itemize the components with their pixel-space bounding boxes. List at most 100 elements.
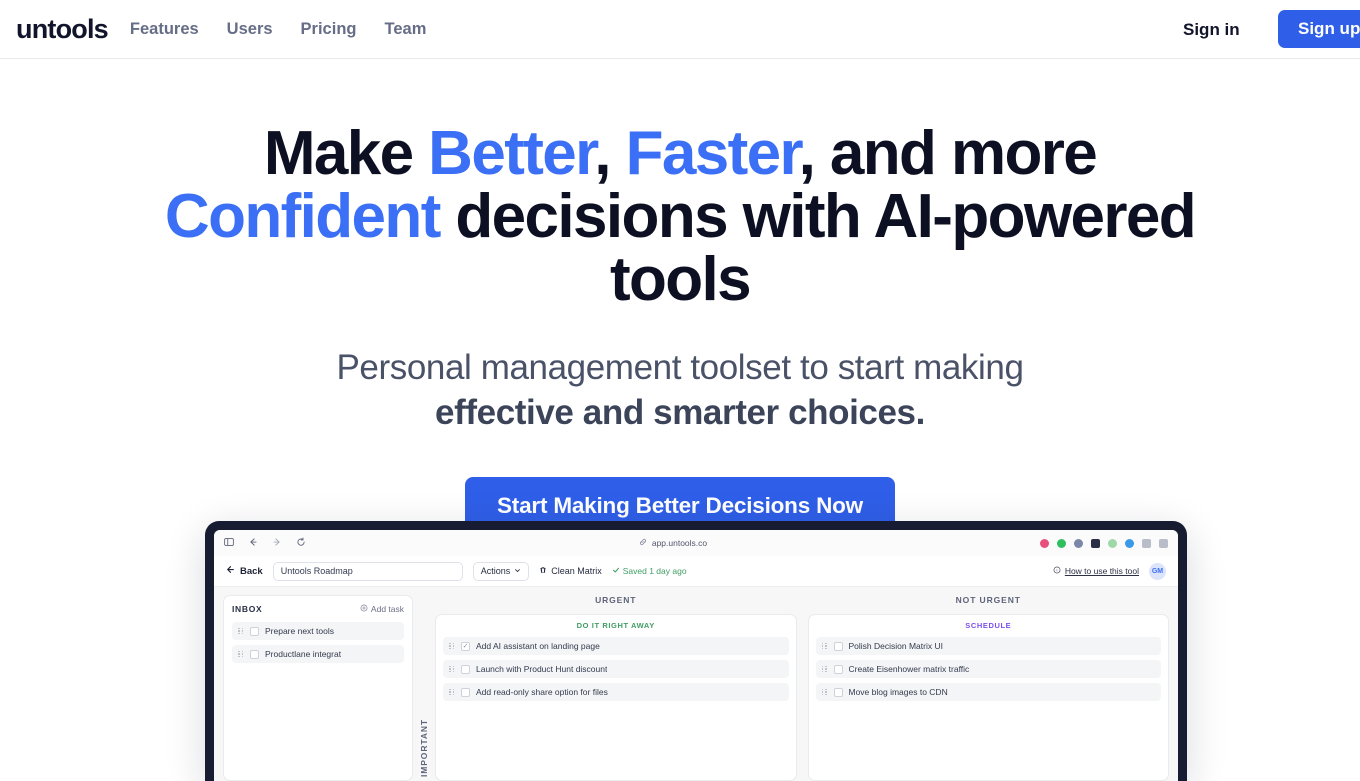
quadrant-title: SCHEDULE [965,621,1012,630]
browser-extension-icons [1040,538,1168,548]
list-item[interactable]: Launch with Product Hunt discount [443,660,789,678]
drag-handle-icon[interactable] [449,688,455,696]
nav-links: Features Users Pricing Team [130,20,426,39]
browser-reload-icon[interactable] [296,534,306,552]
sign-in-link[interactable]: Sign in [1183,20,1240,40]
save-status: Saved 1 day ago [612,566,687,576]
actions-label: Actions [480,566,511,576]
brand-logo[interactable]: untools [16,14,109,45]
list-item[interactable]: Add read-only share option for files [443,683,789,701]
matrix-column-header: URGENT [595,595,637,605]
extension-icon-8[interactable] [1159,538,1168,548]
url-text: app.untools.co [651,538,708,548]
top-navigation-bar: untools Features Users Pricing Team Sign… [0,0,1360,59]
task-label: Move blog images to CDN [848,687,948,697]
save-status-label: Saved 1 day ago [622,566,687,576]
list-item[interactable]: Prepare next tools [232,622,404,640]
trash-icon [539,566,547,576]
inbox-title: INBOX [232,604,263,614]
quadrant-do-it-right-away: DO IT RIGHT AWAY ✓ Add AI assistant on l… [435,614,797,781]
drag-handle-icon[interactable] [238,650,244,658]
list-item[interactable]: Polish Decision Matrix UI [815,637,1161,655]
info-icon: i [1053,566,1061,576]
app-toolbar: Back Untools Roadmap Actions Clean Matri… [214,556,1178,587]
task-checkbox[interactable] [461,664,470,674]
svg-text:i: i [1056,568,1057,573]
extension-icon-6[interactable] [1125,538,1134,548]
extension-icon-4[interactable] [1091,538,1100,548]
document-title-input[interactable]: Untools Roadmap [272,561,463,581]
extension-icon-2[interactable] [1057,538,1066,548]
eisenhower-matrix: IMPORTANT URGENT DO IT RIGHT AWAY ✓ Add … [413,587,1178,781]
nav-link-pricing[interactable]: Pricing [301,20,357,39]
headline-part-2: , [594,119,626,188]
task-checkbox[interactable] [461,687,470,697]
task-checkbox[interactable] [250,649,259,659]
browser-chrome: app.untools.co [214,530,1178,556]
task-label: Launch with Product Hunt discount [476,664,608,674]
drag-handle-icon[interactable] [821,688,828,696]
task-checkbox[interactable] [833,664,843,674]
add-task-button[interactable]: Add task [360,604,404,614]
sidebar-icon[interactable] [224,534,234,552]
drag-handle-icon[interactable] [238,627,244,635]
headline-part-3: Faster [625,119,801,188]
mockup-screen: app.untools.co Back Untools Roadmap Acti… [214,530,1178,781]
task-checkbox[interactable] [833,687,843,697]
task-label: Productlane integrat [265,649,342,659]
matrix-y-axis-label: IMPORTANT [419,719,429,777]
nav-link-team[interactable]: Team [384,20,426,39]
task-label: Prepare next tools [265,626,334,636]
extension-icon-3[interactable] [1074,538,1083,548]
list-item[interactable]: ✓ Add AI assistant on landing page [443,637,789,655]
task-label: Add read-only share option for files [476,687,608,697]
help-link[interactable]: i How to use this tool [1053,566,1139,576]
task-label: Polish Decision Matrix UI [848,641,943,651]
help-link-label: How to use this tool [1064,566,1139,576]
list-item[interactable]: Create Eisenhower matrix traffic [815,660,1161,678]
task-checkbox[interactable] [250,626,259,636]
extension-icon-5[interactable] [1108,538,1117,548]
subtitle-line-1: Personal management toolset to start mak… [336,347,1024,387]
headline-part-6: decisions with AI-powered tools [439,182,1196,315]
nav-link-features[interactable]: Features [130,20,199,39]
browser-address-bar[interactable]: app.untools.co [306,538,1040,548]
quadrant-schedule: SCHEDULE Polish Decision Matrix UI Creat… [807,614,1169,781]
list-item[interactable]: Productlane integrat [232,645,404,663]
sign-up-button[interactable]: Sign up [1278,10,1360,48]
app-back-label: Back [240,565,263,577]
app-back-button[interactable]: Back [226,565,263,577]
matrix-column-not-urgent: NOT URGENT SCHEDULE Polish Decision Matr… [807,595,1169,781]
avatar[interactable]: GM [1149,562,1166,580]
extension-icon-7[interactable] [1142,538,1151,548]
matrix-columns: URGENT DO IT RIGHT AWAY ✓ Add AI assista… [435,595,1169,781]
drag-handle-icon[interactable] [449,642,455,650]
task-label: Create Eisenhower matrix traffic [848,664,970,674]
browser-nav-controls [224,534,306,552]
drag-handle-icon[interactable] [821,642,828,650]
drag-handle-icon[interactable] [821,665,828,673]
plus-circle-icon [360,604,368,614]
extension-icon-1[interactable] [1040,538,1049,548]
task-checkbox[interactable] [833,641,843,651]
chevron-down-icon [514,566,521,576]
drag-handle-icon[interactable] [449,665,455,673]
clean-matrix-button[interactable]: Clean Matrix [539,566,602,576]
quadrant-title: DO IT RIGHT AWAY [576,621,655,630]
inbox-header: INBOX Add task [232,604,404,614]
task-checkbox[interactable]: ✓ [461,641,470,651]
headline-part-5: Confident [164,182,441,252]
browser-back-icon[interactable] [248,534,258,552]
list-item[interactable]: Move blog images to CDN [815,683,1161,701]
nav-auth-group: Sign in Sign up [1183,0,1360,59]
page-title: Make Better, Faster, and more Confident … [150,122,1210,312]
browser-forward-icon[interactable] [272,534,282,552]
matrix-column-urgent: URGENT DO IT RIGHT AWAY ✓ Add AI assista… [435,595,797,781]
actions-dropdown-button[interactable]: Actions [472,561,530,581]
add-task-label: Add task [370,604,404,614]
headline-part-0: Make [263,119,429,188]
matrix-column-header: NOT URGENT [955,595,1021,605]
nav-link-users[interactable]: Users [227,20,273,39]
clean-matrix-label: Clean Matrix [551,566,602,576]
matrix-y-axis: IMPORTANT [413,595,435,781]
